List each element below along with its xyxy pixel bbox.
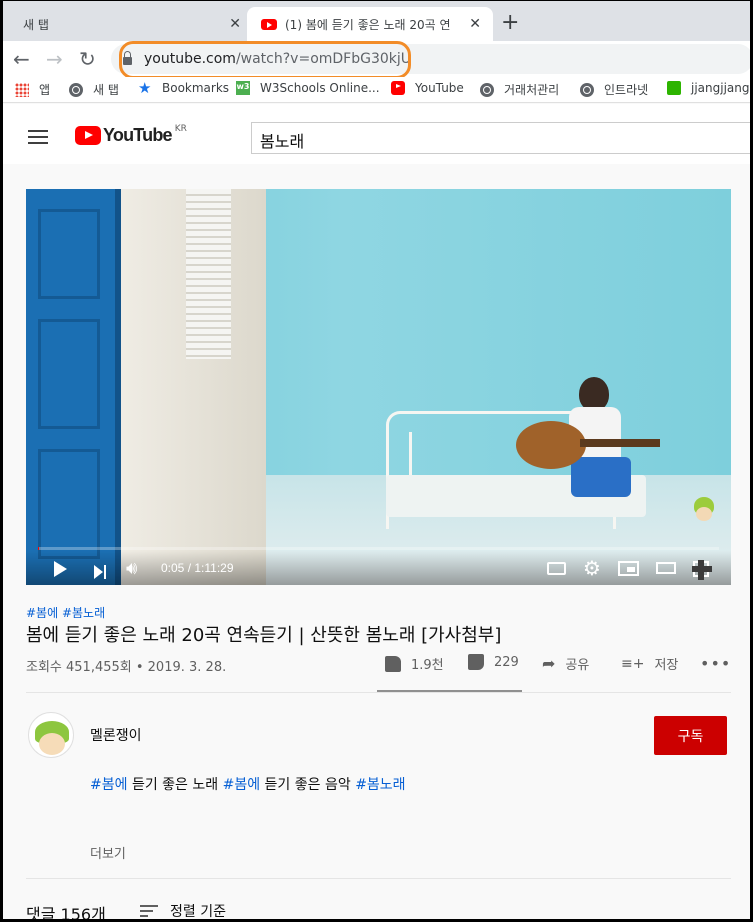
dislike-count: 229 (494, 654, 519, 670)
video-hashtags[interactable]: #봄에 #봄노래 (26, 604, 105, 621)
video-meta: 조회수 451,455회 • 2019. 3. 28. (26, 660, 227, 675)
playlist-add-icon: ≡+ (621, 655, 645, 672)
w3schools-icon: w3 (236, 81, 250, 95)
thumbs-up-icon (385, 655, 401, 672)
back-arrow-icon[interactable]: ← (13, 46, 30, 72)
video-frame-shutter (186, 189, 231, 359)
bookmark-youtube[interactable]: YouTube (391, 81, 464, 95)
youtube-favicon-icon (261, 18, 277, 30)
subscribe-button[interactable]: 구독 (654, 716, 727, 755)
channel-name[interactable]: 멜론쟁이 (90, 725, 142, 745)
video-frame-guitar (516, 421, 660, 469)
like-button[interactable]: 1.9천 (385, 654, 444, 673)
video-title: 봄에 듣기 좋은 노래 20곡 연속듣기 | 산뜻한 봄노래 [가사첨부] (26, 625, 502, 646)
play-icon[interactable] (54, 561, 67, 577)
player-controls: 🔊︎ 0:05 / 1:11:29 ⚙ (26, 551, 731, 585)
subtitles-icon[interactable] (547, 562, 566, 575)
bookmark-intranet[interactable]: 인트라넷 (580, 81, 648, 98)
sort-icon (140, 905, 158, 917)
progress-bar[interactable] (38, 547, 719, 550)
bookmark-label: Bookmarks (162, 81, 230, 95)
forward-arrow-icon[interactable]: → (46, 46, 63, 72)
bookmark-label: jjangjjang! (691, 81, 753, 95)
sort-label: 정렬 기준 (170, 904, 226, 920)
time-display: 0:05 / 1:11:29 (161, 561, 234, 575)
next-icon[interactable] (94, 561, 106, 583)
jjang-icon (667, 81, 681, 95)
miniplayer-icon[interactable] (618, 561, 639, 576)
sort-button[interactable]: 정렬 기준 (140, 901, 226, 920)
channel-watermark-icon[interactable] (692, 497, 716, 527)
reload-icon[interactable]: ↻ (79, 46, 96, 72)
show-more-button[interactable]: 더보기 (90, 843, 126, 862)
browser-window: 새 탭 ✕ (1) 봄에 듣기 좋은 노래 20곡 연 ✕ + ← → ↻ yo… (0, 0, 753, 922)
url-highlight-annotation (119, 41, 411, 79)
bookmarks-bar: 앱 새 탭 ★ Bookmarks w3 W3Schools Online...… (3, 77, 753, 103)
logo-text: YouTube (103, 125, 173, 145)
close-icon[interactable]: ✕ (229, 16, 241, 32)
hashtag-link[interactable]: #봄에 (223, 777, 261, 793)
youtube-icon (391, 81, 405, 95)
bookmark-new-tab[interactable]: 새 탭 (69, 81, 119, 98)
bookmark-label: 새 탭 (93, 83, 119, 97)
like-count: 1.9천 (411, 658, 444, 673)
channel-avatar[interactable] (28, 712, 74, 758)
description-text: 듣기 좋은 노래 (127, 777, 223, 793)
bookmark-jjangjjang[interactable]: jjangjjang! (667, 81, 753, 95)
bookmark-bookmarks[interactable]: ★ Bookmarks (138, 79, 230, 97)
new-tab-button[interactable]: + (501, 10, 519, 36)
bookmark-apps[interactable]: 앱 (15, 81, 50, 98)
thumbs-down-icon (468, 654, 484, 670)
tab-new-tab[interactable]: 새 탭 ✕ (9, 7, 247, 41)
close-icon[interactable]: ✕ (469, 16, 481, 32)
globe-icon (480, 82, 494, 97)
menu-icon[interactable] (28, 130, 48, 144)
bookmark-label: 앱 (39, 83, 51, 97)
share-button[interactable]: ➦ 공유 (542, 654, 589, 673)
tab-title: (1) 봄에 듣기 좋은 노래 20곡 연 (285, 17, 451, 32)
save-button[interactable]: ≡+ 저장 (621, 654, 679, 674)
description-text: 듣기 좋은 음악 (260, 777, 356, 793)
bookmark-label: YouTube (415, 81, 464, 95)
logo-region: KR (174, 124, 187, 134)
video-frame-door (26, 189, 121, 585)
bookmark-client-management[interactable]: 거래처관리 (480, 81, 559, 98)
youtube-header: YouTube KR 봄노래 (3, 104, 750, 164)
globe-icon (580, 82, 594, 97)
bookmark-label: 인트라넷 (604, 83, 649, 97)
save-label: 저장 (654, 658, 679, 673)
bookmark-w3schools[interactable]: w3 W3Schools Online... (236, 81, 380, 95)
theater-mode-icon[interactable] (656, 562, 676, 574)
bookmark-label: 거래처관리 (504, 83, 560, 97)
tab-strip: 새 탭 ✕ (1) 봄에 듣기 좋은 노래 20곡 연 ✕ + (3, 1, 750, 41)
hashtag-link[interactable]: #봄노래 (355, 777, 405, 793)
more-actions-button[interactable]: ••• (700, 654, 731, 673)
apps-icon (15, 82, 29, 97)
share-icon: ➦ (542, 654, 556, 673)
globe-icon (69, 82, 83, 97)
search-input[interactable]: 봄노래 (251, 122, 750, 154)
hashtag-link[interactable]: #봄에 (90, 777, 128, 793)
youtube-logo[interactable]: YouTube KR (75, 124, 187, 145)
progress-fill (38, 547, 39, 550)
divider (26, 878, 731, 879)
star-icon: ★ (138, 79, 152, 97)
dislike-button[interactable]: 229 (468, 654, 519, 670)
fullscreen-icon[interactable] (692, 560, 712, 580)
tab-title: 새 탭 (23, 17, 49, 32)
comments-count: 댓글 156개 (26, 905, 106, 922)
divider (26, 692, 731, 693)
tab-youtube-video[interactable]: (1) 봄에 듣기 좋은 노래 20곡 연 ✕ (247, 7, 493, 41)
youtube-logo-icon (75, 126, 101, 145)
gear-icon[interactable]: ⚙ (583, 556, 601, 580)
share-label: 공유 (565, 658, 590, 673)
volume-icon[interactable]: 🔊︎ (126, 557, 137, 579)
bookmark-label: W3Schools Online... (260, 81, 380, 95)
video-player[interactable]: 🔊︎ 0:05 / 1:11:29 ⚙ (26, 189, 731, 585)
video-description: #봄에 듣기 좋은 노래 #봄에 듣기 좋은 음악 #봄노래 (90, 774, 406, 794)
